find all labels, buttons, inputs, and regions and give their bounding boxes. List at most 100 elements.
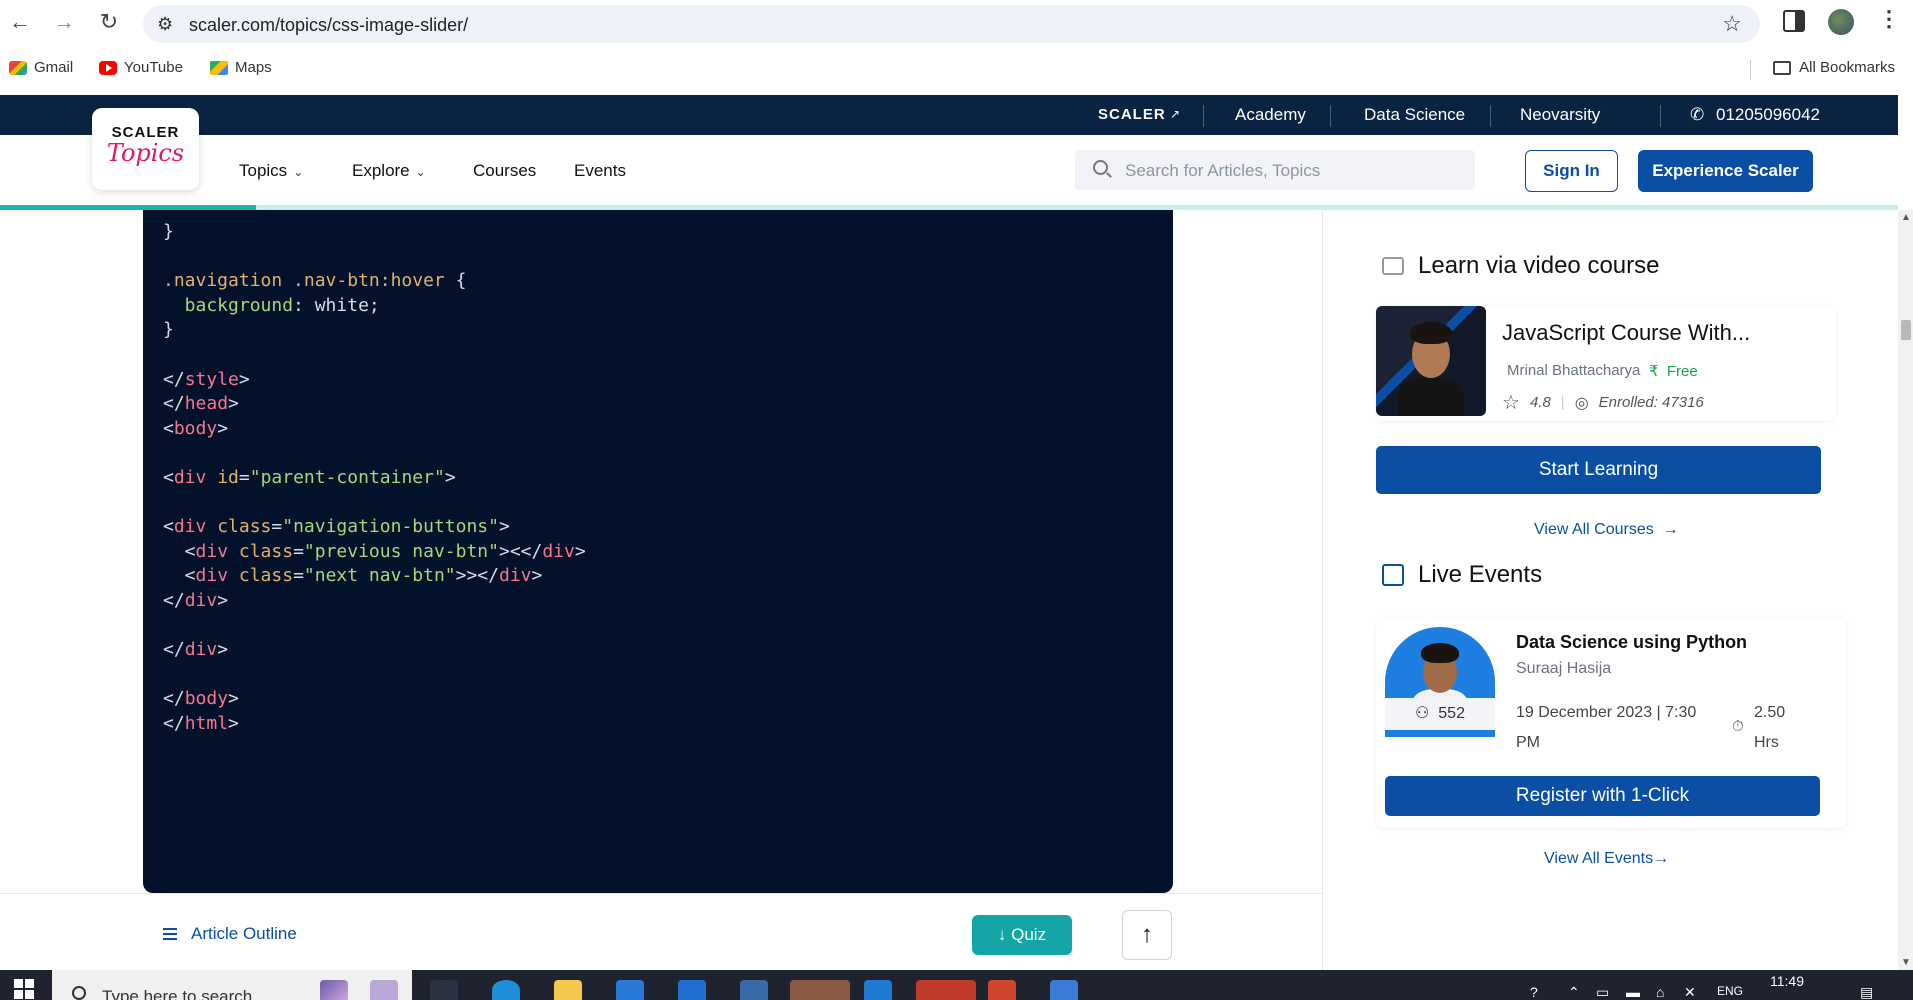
file-explorer-icon[interactable] [554, 980, 582, 1000]
topstrip-link-academy[interactable]: Academy [1235, 105, 1306, 125]
language-indicator[interactable]: ENG [1717, 984, 1743, 998]
code-token: </ [163, 589, 185, 611]
vscode-icon[interactable] [864, 980, 892, 1000]
phone-number[interactable]: 01205096042 [1716, 105, 1820, 125]
code-token: body [184, 688, 229, 710]
taskbar-app-icon[interactable] [320, 980, 348, 1000]
scroll-up-icon[interactable]: ▲ [1901, 212, 1911, 223]
scaler-logo[interactable]: SCALER [1098, 106, 1166, 123]
taskbar-app-icon[interactable] [370, 980, 398, 1000]
taskbar-clock[interactable]: 11:49 [1770, 973, 1804, 989]
scrollbar-thumb[interactable] [1901, 320, 1911, 340]
divider [1203, 105, 1204, 127]
course-stats: ☆ 4.8 | ◎ Enrolled: 47316 [1502, 390, 1704, 415]
code-block: } .navigation .nav-btn:hover { backgroun… [143, 210, 1173, 893]
bookmark-star-icon[interactable]: ☆ [1722, 11, 1742, 37]
experience-scaler-button[interactable]: Experience Scaler [1638, 150, 1813, 192]
url-text[interactable]: scaler.com/topics/css-image-slider/ [189, 15, 468, 36]
search-icon [1093, 160, 1108, 175]
edge-icon[interactable] [492, 980, 520, 1000]
code-content: } .navigation .nav-btn:hover { backgroun… [163, 217, 586, 734]
course-price: ₹ Free [1649, 362, 1698, 380]
scaler-topics-logo[interactable]: SCALER Topics [92, 108, 199, 190]
code-token: div [184, 589, 218, 611]
scroll-down-icon[interactable]: ▼ [1901, 957, 1911, 968]
chrome-icon[interactable] [916, 980, 976, 1000]
code-token: div [542, 540, 575, 562]
register-button[interactable]: Register with 1-Click [1385, 776, 1820, 816]
code-line: </style> [163, 365, 586, 390]
event-duration: 2.50 Hrs [1754, 704, 1786, 751]
instructor-body [1398, 378, 1464, 416]
tray-icon[interactable]: ▭ [1596, 984, 1609, 1000]
code-token: < [163, 540, 196, 562]
task-view-icon[interactable] [430, 980, 458, 1000]
code-token: = [293, 565, 304, 587]
event-host: Suraaj Hasija [1516, 660, 1612, 677]
event-date: 19 December 2023 | 7:30 PM [1516, 704, 1697, 751]
code-token: id [217, 466, 239, 488]
network-icon[interactable]: ⌂ [1656, 984, 1664, 1000]
powerpoint-icon[interactable] [988, 980, 1016, 1000]
code-token: < [163, 417, 174, 439]
taskbar-app-icon[interactable] [1050, 980, 1078, 1000]
all-bookmarks-button[interactable]: All Bookmarks [1773, 59, 1895, 76]
code-token: < [163, 516, 174, 538]
site-info-icon[interactable]: ⚙ [157, 14, 173, 35]
code-line: <div class="navigation-buttons"> [163, 512, 586, 537]
chevron-up-icon[interactable]: ⌃ [1568, 984, 1580, 1000]
nav-topics[interactable]: Topics ⌄ [239, 161, 303, 181]
view-all-events-link[interactable]: View All Events→ [1544, 850, 1669, 868]
code-token: "previous nav-btn" [303, 540, 499, 562]
article-outline-button[interactable]: Article Outline [163, 924, 297, 944]
arrow-right-icon: → [1653, 850, 1670, 867]
taskbar-app-icon[interactable] [740, 980, 768, 1000]
calendar-icon [1382, 564, 1404, 586]
kebab-menu-icon[interactable]: ⋮ [1878, 6, 1900, 32]
start-learning-button[interactable]: Start Learning [1376, 446, 1821, 494]
rupee-icon: ₹ [1649, 363, 1659, 380]
notifications-icon[interactable]: ▤ [1860, 984, 1873, 1000]
code-line: background: white; [163, 291, 586, 316]
reload-icon[interactable]: ↻ [95, 8, 123, 36]
help-icon[interactable]: ? [1530, 984, 1538, 1000]
scroll-to-top-button[interactable]: ↑ [1122, 910, 1172, 960]
bookmark-youtube[interactable]: YouTube [99, 59, 183, 76]
topstrip-link-data-science[interactable]: Data Science [1364, 105, 1465, 125]
mail-icon[interactable] [678, 980, 706, 1000]
code-token: ><</ [498, 540, 543, 562]
teams-icon[interactable] [790, 980, 850, 1000]
sign-in-button[interactable]: Sign In [1525, 150, 1618, 192]
taskbar-search-input[interactable]: Type here to search [52, 970, 412, 1000]
course-title[interactable]: JavaScript Course With... [1502, 320, 1750, 346]
windows-start-icon[interactable] [14, 979, 34, 999]
course-card[interactable]: JavaScript Course With... Mrinal Bhattac… [1376, 306, 1836, 421]
code-token: </ [163, 639, 185, 661]
event-card[interactable]: ⚇ 552 Data Science using Python Suraaj H… [1376, 618, 1846, 828]
page-scrollbar[interactable]: ▲ ▼ [1898, 210, 1913, 970]
topstrip-link-neovarsity[interactable]: Neovarsity [1520, 105, 1600, 125]
nav-courses[interactable]: Courses [473, 161, 536, 181]
volume-icon[interactable]: ✕ [1684, 984, 1696, 1000]
forward-icon[interactable]: → [50, 8, 78, 36]
quiz-button[interactable]: ↓ Quiz [972, 915, 1072, 955]
side-panel-icon[interactable] [1783, 10, 1805, 32]
nav-label: Explore [352, 161, 410, 180]
bookmark-maps[interactable]: Maps [210, 59, 272, 76]
nav-explore[interactable]: Explore ⌄ [352, 161, 426, 181]
code-token: = [271, 516, 283, 538]
store-icon[interactable] [616, 980, 644, 1000]
view-all-courses-link[interactable]: View All Courses → [1534, 521, 1679, 539]
code-token: < [163, 565, 196, 587]
address-bar[interactable]: ⚙ scaler.com/topics/css-image-slider/ ☆ [143, 5, 1760, 43]
profile-avatar[interactable] [1828, 9, 1854, 35]
event-title[interactable]: Data Science using Python [1516, 632, 1747, 653]
nav-events[interactable]: Events [574, 161, 626, 181]
bookmark-gmail[interactable]: Gmail [9, 59, 73, 76]
maps-icon [210, 60, 228, 75]
search-input[interactable]: Search for Articles, Topics [1075, 150, 1475, 190]
battery-icon[interactable]: ▬ [1626, 984, 1640, 1000]
back-icon[interactable]: ← [6, 8, 34, 36]
